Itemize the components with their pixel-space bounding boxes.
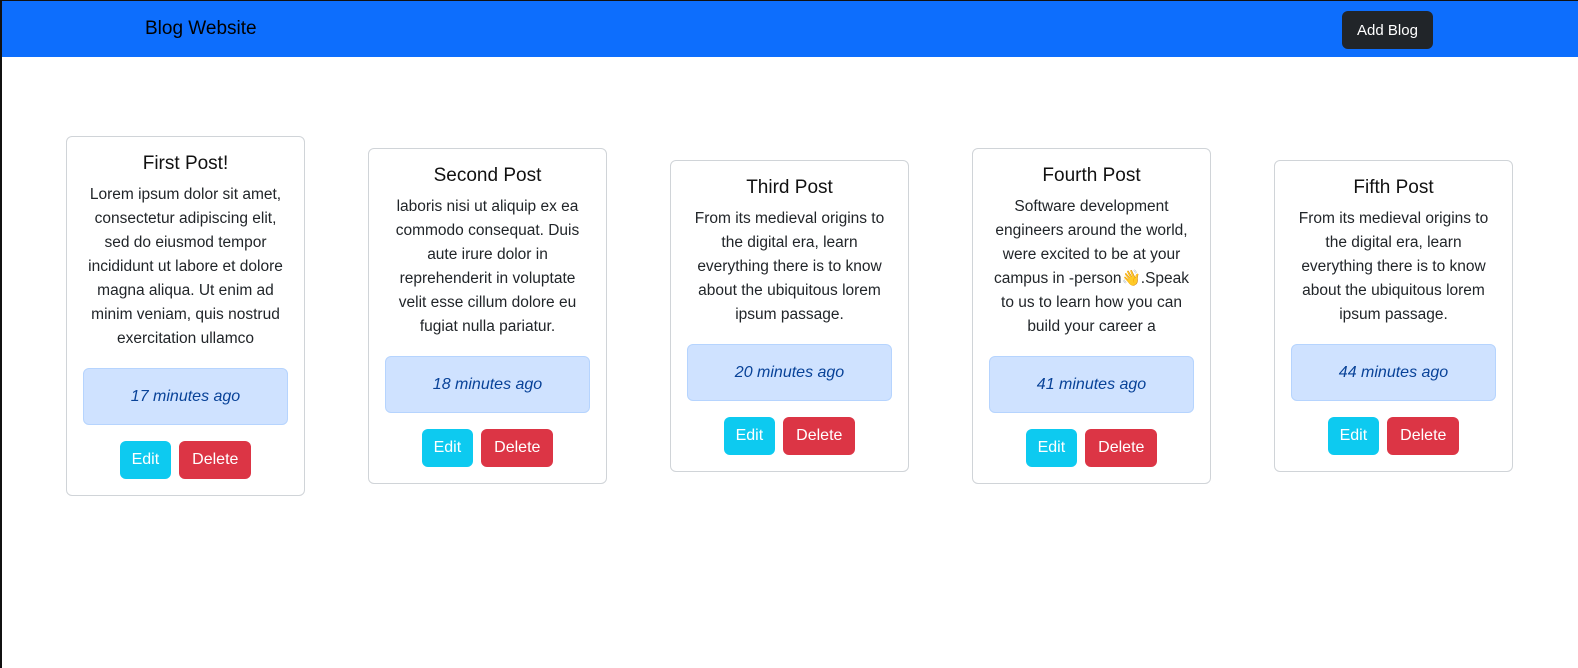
post-title: First Post! <box>142 153 229 174</box>
post-body: Lorem ipsum dolor sit amet, consectetur … <box>88 186 283 347</box>
post-actions: Edit Delete <box>1291 417 1496 455</box>
post-card: First Post! Lorem ipsum dolor sit amet, … <box>66 136 305 496</box>
post-title: Fourth Post <box>1042 165 1141 186</box>
brand-title[interactable]: Blog Website <box>145 18 257 40</box>
edit-button[interactable]: Edit <box>1327 417 1380 455</box>
add-blog-button[interactable]: Add Blog <box>1342 11 1433 49</box>
delete-button[interactable]: Delete <box>1085 429 1158 467</box>
post-timestamp: 20 minutes ago <box>687 344 892 401</box>
post-actions: Edit Delete <box>687 417 892 455</box>
post-timestamp: 18 minutes ago <box>385 356 590 413</box>
delete-button[interactable]: Delete <box>481 429 554 467</box>
post-timestamp: 44 minutes ago <box>1291 344 1496 401</box>
delete-button[interactable]: Delete <box>179 441 252 479</box>
post-body: From its medieval origins to the digital… <box>694 210 885 323</box>
edit-button[interactable]: Edit <box>1025 429 1078 467</box>
post-title: Fifth Post <box>1353 177 1434 198</box>
post-actions: Edit Delete <box>989 429 1194 467</box>
delete-button[interactable]: Delete <box>783 417 856 455</box>
post-body: Software development engineers around th… <box>993 198 1190 335</box>
delete-button[interactable]: Delete <box>1387 417 1460 455</box>
post-card: Third Post From its medieval origins to … <box>670 160 909 472</box>
post-title: Third Post <box>746 177 833 198</box>
post-card: Second Post laboris nisi ut aliquip ex e… <box>368 148 607 484</box>
navbar: Blog Website Add Blog <box>2 0 1578 57</box>
post-body: laboris nisi ut aliquip ex ea commodo co… <box>395 198 580 335</box>
edit-button[interactable]: Edit <box>421 429 474 467</box>
post-card: Fourth Post Software development enginee… <box>972 148 1211 484</box>
post-title: Second Post <box>433 165 542 186</box>
post-actions: Edit Delete <box>385 429 590 467</box>
post-actions: Edit Delete <box>83 441 288 479</box>
post-body: From its medieval origins to the digital… <box>1298 210 1489 323</box>
post-card: Fifth Post From its medieval origins to … <box>1274 160 1513 472</box>
post-timestamp: 17 minutes ago <box>83 368 288 425</box>
post-timestamp: 41 minutes ago <box>989 356 1194 413</box>
edit-button[interactable]: Edit <box>119 441 172 479</box>
edit-button[interactable]: Edit <box>723 417 776 455</box>
